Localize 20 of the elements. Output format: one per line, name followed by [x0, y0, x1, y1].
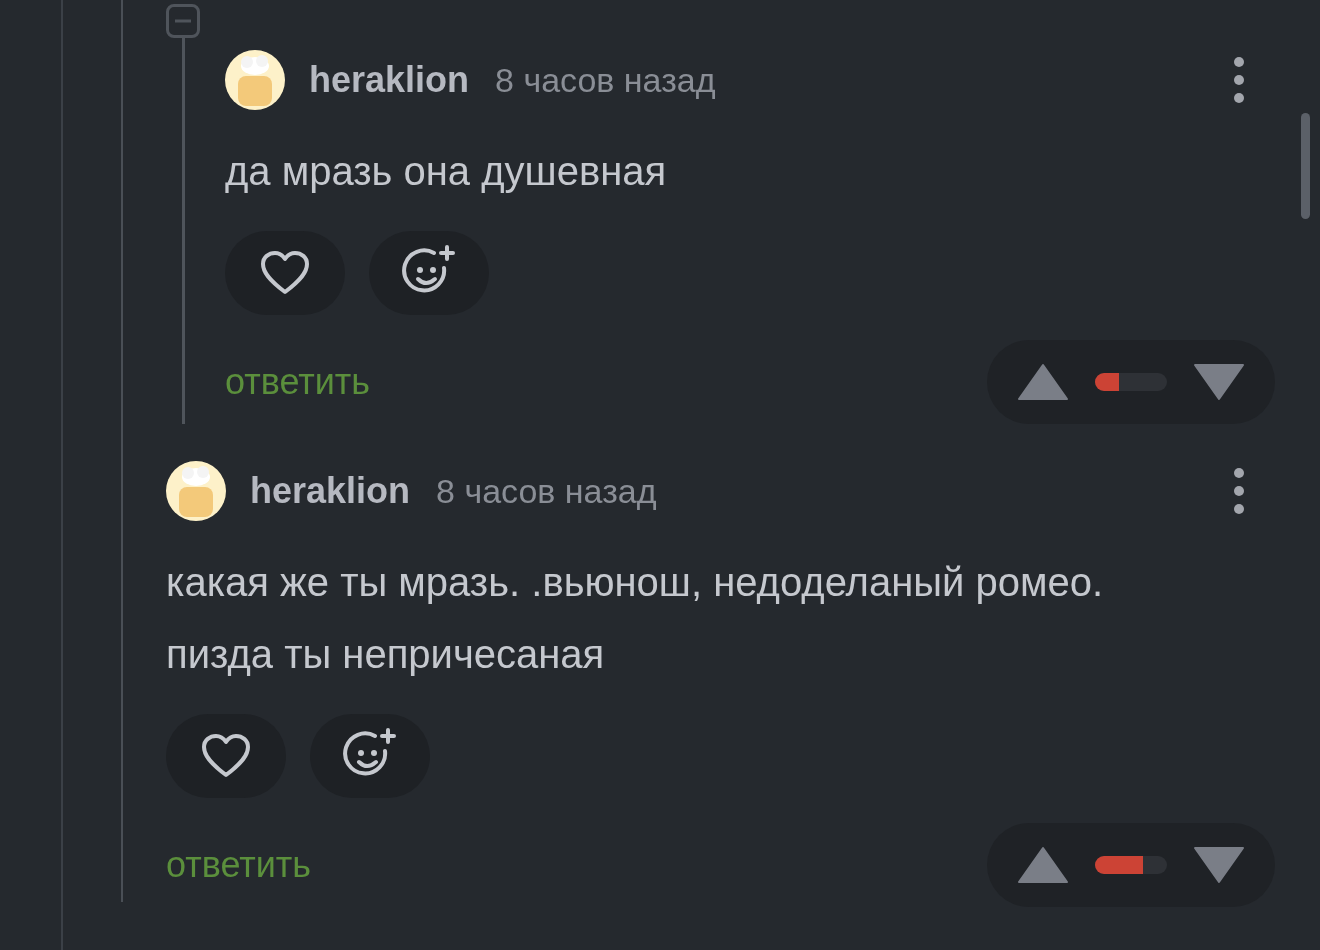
timestamp: 8 часов назад: [495, 59, 716, 101]
upvote-icon[interactable]: [1017, 846, 1069, 884]
minus-icon: [174, 19, 192, 23]
more-menu-icon[interactable]: [1233, 56, 1245, 104]
timestamp: 8 часов назад: [436, 470, 657, 512]
downvote-icon[interactable]: [1193, 846, 1245, 884]
username[interactable]: heraklion: [309, 53, 470, 107]
avatar: [166, 461, 226, 521]
reply-link[interactable]: ответить: [166, 838, 312, 892]
scrollbar[interactable]: [1301, 113, 1310, 219]
upvote-icon[interactable]: [1017, 363, 1069, 401]
comment-text: какая же ты мразь. .вьюнош, недоделаный ромео. пизда ты непричесаная: [166, 559, 1105, 678]
avatar: [225, 50, 285, 110]
heart-icon: [200, 733, 252, 779]
more-menu-icon[interactable]: [1233, 467, 1245, 515]
username[interactable]: heraklion: [250, 464, 411, 518]
comment-text: да мразь она душевная: [225, 148, 668, 195]
reply-link[interactable]: ответить: [225, 355, 371, 409]
downvote-icon[interactable]: [1193, 363, 1245, 401]
heart-icon: [259, 250, 311, 296]
